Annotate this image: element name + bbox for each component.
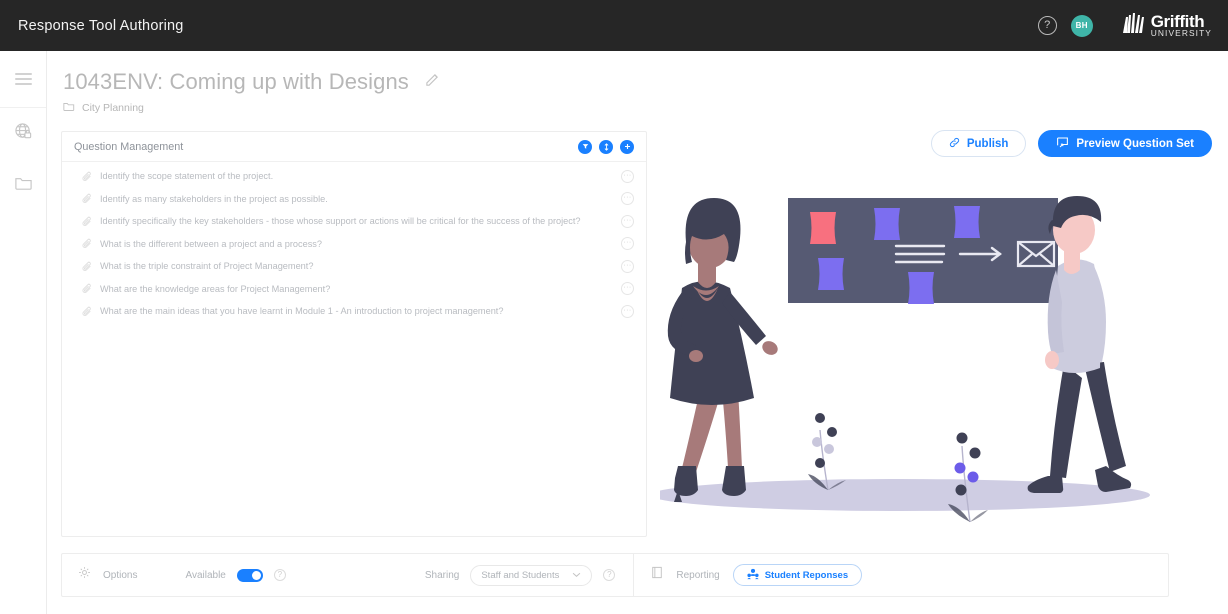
left-sidebar <box>0 51 47 614</box>
question-row[interactable]: What are the main ideas that you have le… <box>62 300 646 323</box>
page-title: 1043ENV: Coming up with Designs <box>63 69 409 94</box>
folder-icon <box>63 101 75 115</box>
question-panel-tools <box>578 139 634 154</box>
question-panel-header: Question Management <box>62 132 646 162</box>
filter-button[interactable] <box>578 139 592 154</box>
add-question-button[interactable] <box>620 139 634 154</box>
sort-button[interactable] <box>599 139 613 154</box>
question-panel-title: Question Management <box>74 140 184 153</box>
question-row-menu-button[interactable]: ··· <box>621 214 634 228</box>
question-row-menu-button[interactable]: ··· <box>621 237 634 251</box>
question-row-menu-button[interactable]: ··· <box>621 259 634 273</box>
sidebar-menu-toggle[interactable] <box>0 51 46 108</box>
question-row-menu-button[interactable]: ··· <box>621 282 634 296</box>
topbar-actions: ? BH Griffith UNIVERSITY <box>1037 12 1228 39</box>
top-app-bar: Response Tool Authoring ? BH Griffith UN… <box>0 0 1228 51</box>
griffith-crest-icon <box>1121 12 1147 39</box>
chevron-down-icon <box>572 570 581 581</box>
question-row-menu-button[interactable]: ··· <box>621 192 634 206</box>
help-icon[interactable]: ? <box>1037 16 1057 35</box>
reporting-label: Reporting <box>676 569 720 581</box>
available-toggle[interactable] <box>236 568 263 582</box>
question-row[interactable]: Identify as many stakeholders in the pro… <box>62 188 646 211</box>
sharing-select[interactable]: Staff and Students <box>470 564 593 586</box>
publish-label: Publish <box>966 137 1009 150</box>
help-icon[interactable]: ? <box>273 569 286 581</box>
plant-left <box>808 413 846 491</box>
paperclip-icon <box>74 306 100 317</box>
people-group-icon <box>747 568 759 583</box>
report-icon <box>651 566 663 584</box>
question-text: What is the different between a project … <box>100 238 322 249</box>
sidebar-item-folder[interactable] <box>0 159 46 210</box>
question-row-menu-button[interactable]: ··· <box>621 304 634 318</box>
paperclip-icon <box>74 283 100 294</box>
available-label: Available <box>185 569 226 581</box>
question-row[interactable]: Identify specifically the key stakeholde… <box>62 210 646 233</box>
gear-icon[interactable] <box>78 566 91 584</box>
question-row[interactable]: What is the triple constraint of Project… <box>62 255 646 278</box>
question-row[interactable]: Identify the scope statement of the proj… <box>62 165 646 188</box>
paperclip-icon <box>74 238 100 249</box>
availability-group: Available ? <box>137 554 286 596</box>
globe-lock-icon <box>14 122 33 146</box>
question-text: Identify the scope statement of the proj… <box>100 171 274 182</box>
paperclip-icon <box>74 216 100 227</box>
bottom-toolbar: Options Available ? Sharing Staff and St… <box>61 553 1169 597</box>
brand-subtitle: UNIVERSITY <box>1150 28 1212 39</box>
folder-icon <box>14 174 33 196</box>
question-row[interactable]: What are the knowledge areas for Project… <box>62 278 646 301</box>
help-icon[interactable]: ? <box>603 569 616 581</box>
options-label: Options <box>103 569 138 581</box>
breadcrumb-label: City Planning <box>82 102 144 114</box>
link-icon <box>949 137 960 151</box>
sharing-group: Sharing Staff and Students ? <box>286 554 616 596</box>
question-text: What is the triple constraint of Project… <box>100 261 314 272</box>
sidebar-item-globe[interactable] <box>0 108 46 159</box>
edit-pencil-icon[interactable] <box>425 72 440 92</box>
hamburger-menu-icon[interactable] <box>14 70 32 88</box>
options-group: Options <box>62 554 137 596</box>
question-row-menu-button[interactable]: ··· <box>621 169 634 183</box>
sharing-label: Sharing <box>424 569 460 581</box>
question-text: Identify specifically the key stakeholde… <box>100 216 581 227</box>
question-management-panel: Question Management Identify the scope s… <box>61 131 647 537</box>
question-row[interactable]: What is the different between a project … <box>62 233 646 256</box>
question-list: Identify the scope statement of the proj… <box>62 162 646 323</box>
griffith-university-logo: Griffith UNIVERSITY <box>1121 12 1212 39</box>
question-text: Identify as many stakeholders in the pro… <box>100 193 328 204</box>
preview-label: Preview Question Set <box>1076 137 1194 150</box>
paperclip-icon <box>74 171 100 182</box>
question-text: What are the knowledge areas for Project… <box>100 283 331 294</box>
brainstorming-illustration <box>650 150 1190 540</box>
student-responses-button[interactable]: Student Reponses <box>732 564 863 586</box>
woman-figure <box>667 198 778 502</box>
paperclip-icon <box>74 193 100 204</box>
app-title: Response Tool Authoring <box>18 17 184 34</box>
page-header: 1043ENV: Coming up with Designs City Pla… <box>47 51 1228 157</box>
question-text: What are the main ideas that you have le… <box>100 306 504 317</box>
sharing-value: Staff and Students <box>481 569 560 581</box>
paperclip-icon <box>74 261 100 272</box>
student-responses-label: Student Reponses <box>764 569 849 581</box>
breadcrumb: City Planning <box>47 95 1228 115</box>
reporting-group: Reporting Student Reponses <box>634 554 863 596</box>
avatar[interactable]: BH <box>1070 14 1093 37</box>
